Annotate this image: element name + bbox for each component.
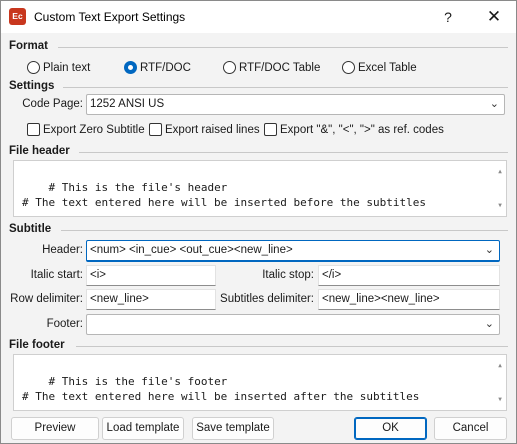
radio-excel-table-indicator (342, 61, 355, 74)
subtitle-divider (61, 230, 508, 231)
cancel-button[interactable]: Cancel (434, 417, 507, 440)
header-template-value: <num> <in_cue> <out_cue><new_line> (90, 244, 293, 256)
checkbox-export-ref-codes[interactable]: Export "&", "<", ">" as ref. codes (264, 123, 444, 136)
radio-excel-table[interactable]: Excel Table (342, 61, 417, 74)
file-footer-scrollbar[interactable]: ▲ ▼ (496, 358, 504, 407)
scroll-up-arrow-icon[interactable]: ▲ (496, 164, 504, 179)
help-button[interactable]: ? (431, 5, 465, 29)
checkbox-export-raised-lines[interactable]: Export raised lines (149, 123, 260, 136)
settings-section-label: Settings (9, 80, 55, 92)
footer-label: Footer: (46, 318, 83, 330)
footer-template-dropdown[interactable]: ⌄ (86, 314, 500, 335)
file-header-text: # This is the file's header # The text e… (22, 181, 426, 209)
subtitles-delimiter-value: <new_line><new_line> (322, 293, 440, 305)
checkbox-export-raised-lines-label: Export raised lines (165, 123, 260, 136)
italic-stop-value: </i> (322, 269, 342, 281)
scroll-up-arrow-icon[interactable]: ▲ (496, 358, 504, 373)
checkbox-export-zero-subtitle[interactable]: Export Zero Subtitle (27, 123, 145, 136)
title-bar[interactable]: Ec Custom Text Export Settings ? ✕ (1, 1, 516, 33)
preview-button[interactable]: Preview (11, 417, 99, 440)
checkbox-export-zero-subtitle-box (27, 123, 40, 136)
header-template-dropdown[interactable]: <num> <in_cue> <out_cue><new_line> ⌄ (86, 240, 500, 262)
chevron-down-icon: ⌄ (484, 244, 494, 256)
file-header-section-label: File header (9, 145, 70, 157)
subtitles-delimiter-input[interactable]: <new_line><new_line> (318, 289, 500, 310)
radio-plain-text[interactable]: Plain text (27, 61, 90, 74)
chevron-down-icon: ⌄ (489, 98, 499, 110)
checkbox-export-zero-subtitle-label: Export Zero Subtitle (43, 123, 145, 136)
save-template-button[interactable]: Save template (192, 417, 274, 440)
format-section-label: Format (9, 40, 48, 52)
italic-stop-input[interactable]: </i> (318, 265, 500, 286)
settings-divider (63, 87, 508, 88)
subtitles-delimiter-label: Subtitles delimiter: (220, 293, 314, 305)
radio-plain-text-indicator (27, 61, 40, 74)
checkbox-export-ref-codes-box (264, 123, 277, 136)
file-footer-text: # This is the file's footer # The text e… (22, 375, 420, 403)
file-header-scrollbar[interactable]: ▲ ▼ (496, 164, 504, 213)
scroll-down-arrow-icon[interactable]: ▼ (496, 392, 504, 407)
file-header-textarea[interactable]: # This is the file's header # The text e… (13, 160, 507, 217)
load-template-button[interactable]: Load template (102, 417, 184, 440)
row-delimiter-value: <new_line> (90, 293, 149, 305)
scroll-down-arrow-icon[interactable]: ▼ (496, 198, 504, 213)
code-page-label: Code Page: (22, 98, 83, 110)
radio-rtf-doc-label: RTF/DOC (140, 61, 191, 74)
code-page-value: 1252 ANSI US (90, 98, 165, 110)
close-button[interactable]: ✕ (477, 5, 511, 29)
file-footer-divider (76, 346, 508, 347)
italic-stop-label: Italic stop: (262, 269, 314, 281)
checkbox-export-ref-codes-label: Export "&", "<", ">" as ref. codes (280, 123, 444, 136)
file-header-divider (79, 152, 508, 153)
radio-rtf-doc-table-label: RTF/DOC Table (239, 61, 321, 74)
dialog-title: Custom Text Export Settings (34, 10, 186, 24)
code-page-dropdown[interactable]: 1252 ANSI US ⌄ (86, 94, 505, 115)
format-divider (58, 47, 508, 48)
radio-rtf-doc-table-indicator (223, 61, 236, 74)
radio-rtf-doc-indicator (124, 61, 137, 74)
file-footer-textarea[interactable]: # This is the file's footer # The text e… (13, 354, 507, 411)
dialog-window: Ec Custom Text Export Settings ? ✕ Forma… (0, 0, 517, 444)
app-logo-icon: Ec (9, 8, 26, 25)
radio-plain-text-label: Plain text (43, 61, 91, 74)
radio-rtf-doc[interactable]: RTF/DOC (124, 61, 191, 74)
file-footer-section-label: File footer (9, 339, 65, 351)
italic-start-input[interactable]: <i> (86, 265, 216, 286)
ok-button[interactable]: OK (354, 417, 427, 440)
row-delimiter-label: Row delimiter: (10, 293, 83, 305)
row-delimiter-input[interactable]: <new_line> (86, 289, 216, 310)
radio-excel-table-label: Excel Table (358, 61, 417, 74)
subtitle-section-label: Subtitle (9, 223, 52, 235)
radio-rtf-doc-table[interactable]: RTF/DOC Table (223, 61, 320, 74)
checkbox-export-raised-lines-box (149, 123, 162, 136)
header-label: Header: (42, 244, 83, 256)
chevron-down-icon: ⌄ (484, 318, 494, 330)
italic-start-label: Italic start: (30, 269, 83, 281)
italic-start-value: <i> (90, 269, 106, 281)
